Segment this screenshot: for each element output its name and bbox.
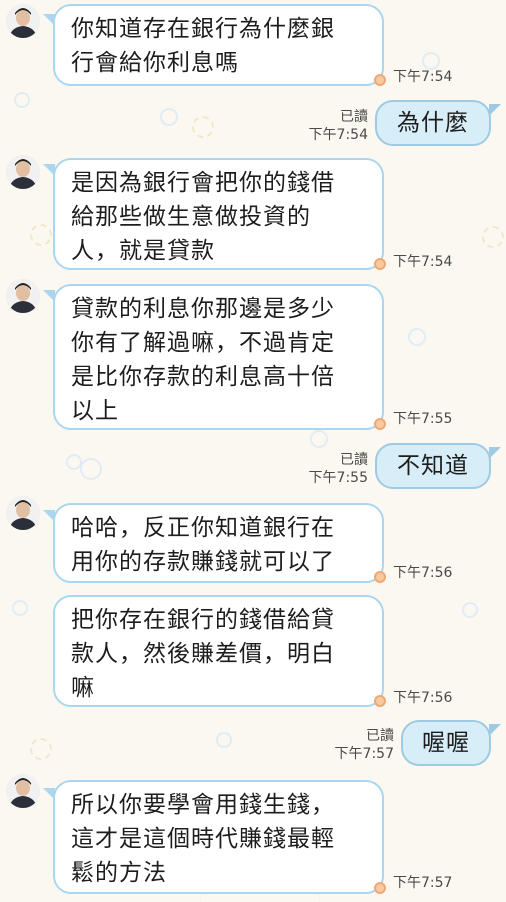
read-status: 已讀	[366, 728, 394, 744]
avatar[interactable]	[6, 4, 40, 38]
flower-decoration	[374, 258, 386, 270]
bg-bubble-decoration	[462, 602, 478, 618]
flower-decoration	[374, 571, 386, 583]
incoming-message-bubble[interactable]: 是因為銀行會把你的錢借 給那些做生意做投資的 人，就是貸款	[53, 158, 384, 270]
message-read-receipt: 已讀 下午7:55	[309, 451, 368, 487]
bubble-tail	[489, 724, 501, 736]
avatar[interactable]	[6, 496, 40, 530]
message-time: 下午7:57	[393, 875, 453, 891]
message-time: 下午7:54	[393, 254, 453, 270]
bubble-tail	[489, 104, 501, 116]
bg-ring-decoration	[482, 226, 504, 248]
bg-bubble-decoration	[408, 328, 426, 346]
bg-bubble-decoration	[310, 430, 328, 448]
avatar[interactable]	[6, 279, 40, 313]
message-time: 下午7:57	[334, 746, 394, 762]
outgoing-message-bubble[interactable]: 為什麼	[375, 100, 491, 146]
flower-decoration	[374, 74, 386, 86]
incoming-message-bubble[interactable]: 你知道存在銀行為什麼銀 行會給你利息嗎	[53, 4, 384, 86]
flower-decoration	[374, 418, 386, 430]
message-read-receipt: 已讀 下午7:54	[309, 108, 368, 144]
bg-bubble-decoration	[80, 458, 102, 480]
person-icon	[6, 279, 40, 313]
avatar[interactable]	[6, 155, 40, 189]
bg-bubble-decoration	[216, 732, 232, 748]
message-read-receipt: 已讀 下午7:57	[335, 727, 394, 763]
person-icon	[6, 496, 40, 530]
person-icon	[6, 774, 40, 808]
person-icon	[6, 4, 40, 38]
bg-bubble-decoration	[160, 108, 178, 126]
bg-ring-decoration	[30, 224, 52, 246]
outgoing-message-bubble[interactable]: 喔喔	[401, 720, 491, 766]
incoming-message-bubble[interactable]: 哈哈，反正你知道銀行在 用你的存款賺錢就可以了	[53, 503, 384, 583]
avatar[interactable]	[6, 774, 40, 808]
message-time: 下午7:55	[308, 470, 368, 486]
message-time: 下午7:55	[393, 411, 453, 427]
message-time: 下午7:56	[393, 690, 453, 706]
bg-ring-decoration	[192, 116, 214, 138]
read-status: 已讀	[340, 452, 368, 468]
bg-bubble-decoration	[14, 92, 30, 108]
message-time: 下午7:56	[393, 565, 453, 581]
message-time: 下午7:54	[393, 69, 453, 85]
incoming-message-bubble[interactable]: 貸款的利息你那邊是多少 你有了解過嘛，不過肯定 是比你存款的利息高十倍 以上	[53, 284, 384, 430]
bg-bubble-decoration	[12, 600, 28, 616]
bubble-tail	[489, 447, 501, 459]
flower-decoration	[374, 695, 386, 707]
read-status: 已讀	[340, 109, 368, 125]
outgoing-message-bubble[interactable]: 不知道	[375, 443, 491, 489]
flower-decoration	[374, 882, 386, 894]
person-icon	[6, 155, 40, 189]
incoming-message-bubble[interactable]: 把你存在銀行的錢借給貸 款人，然後賺差價，明白 嘛	[53, 595, 384, 707]
bg-ring-decoration	[30, 738, 52, 760]
incoming-message-bubble[interactable]: 所以你要學會用錢生錢， 這才是這個時代賺錢最輕 鬆的方法	[53, 780, 384, 894]
message-time: 下午7:54	[308, 127, 368, 143]
